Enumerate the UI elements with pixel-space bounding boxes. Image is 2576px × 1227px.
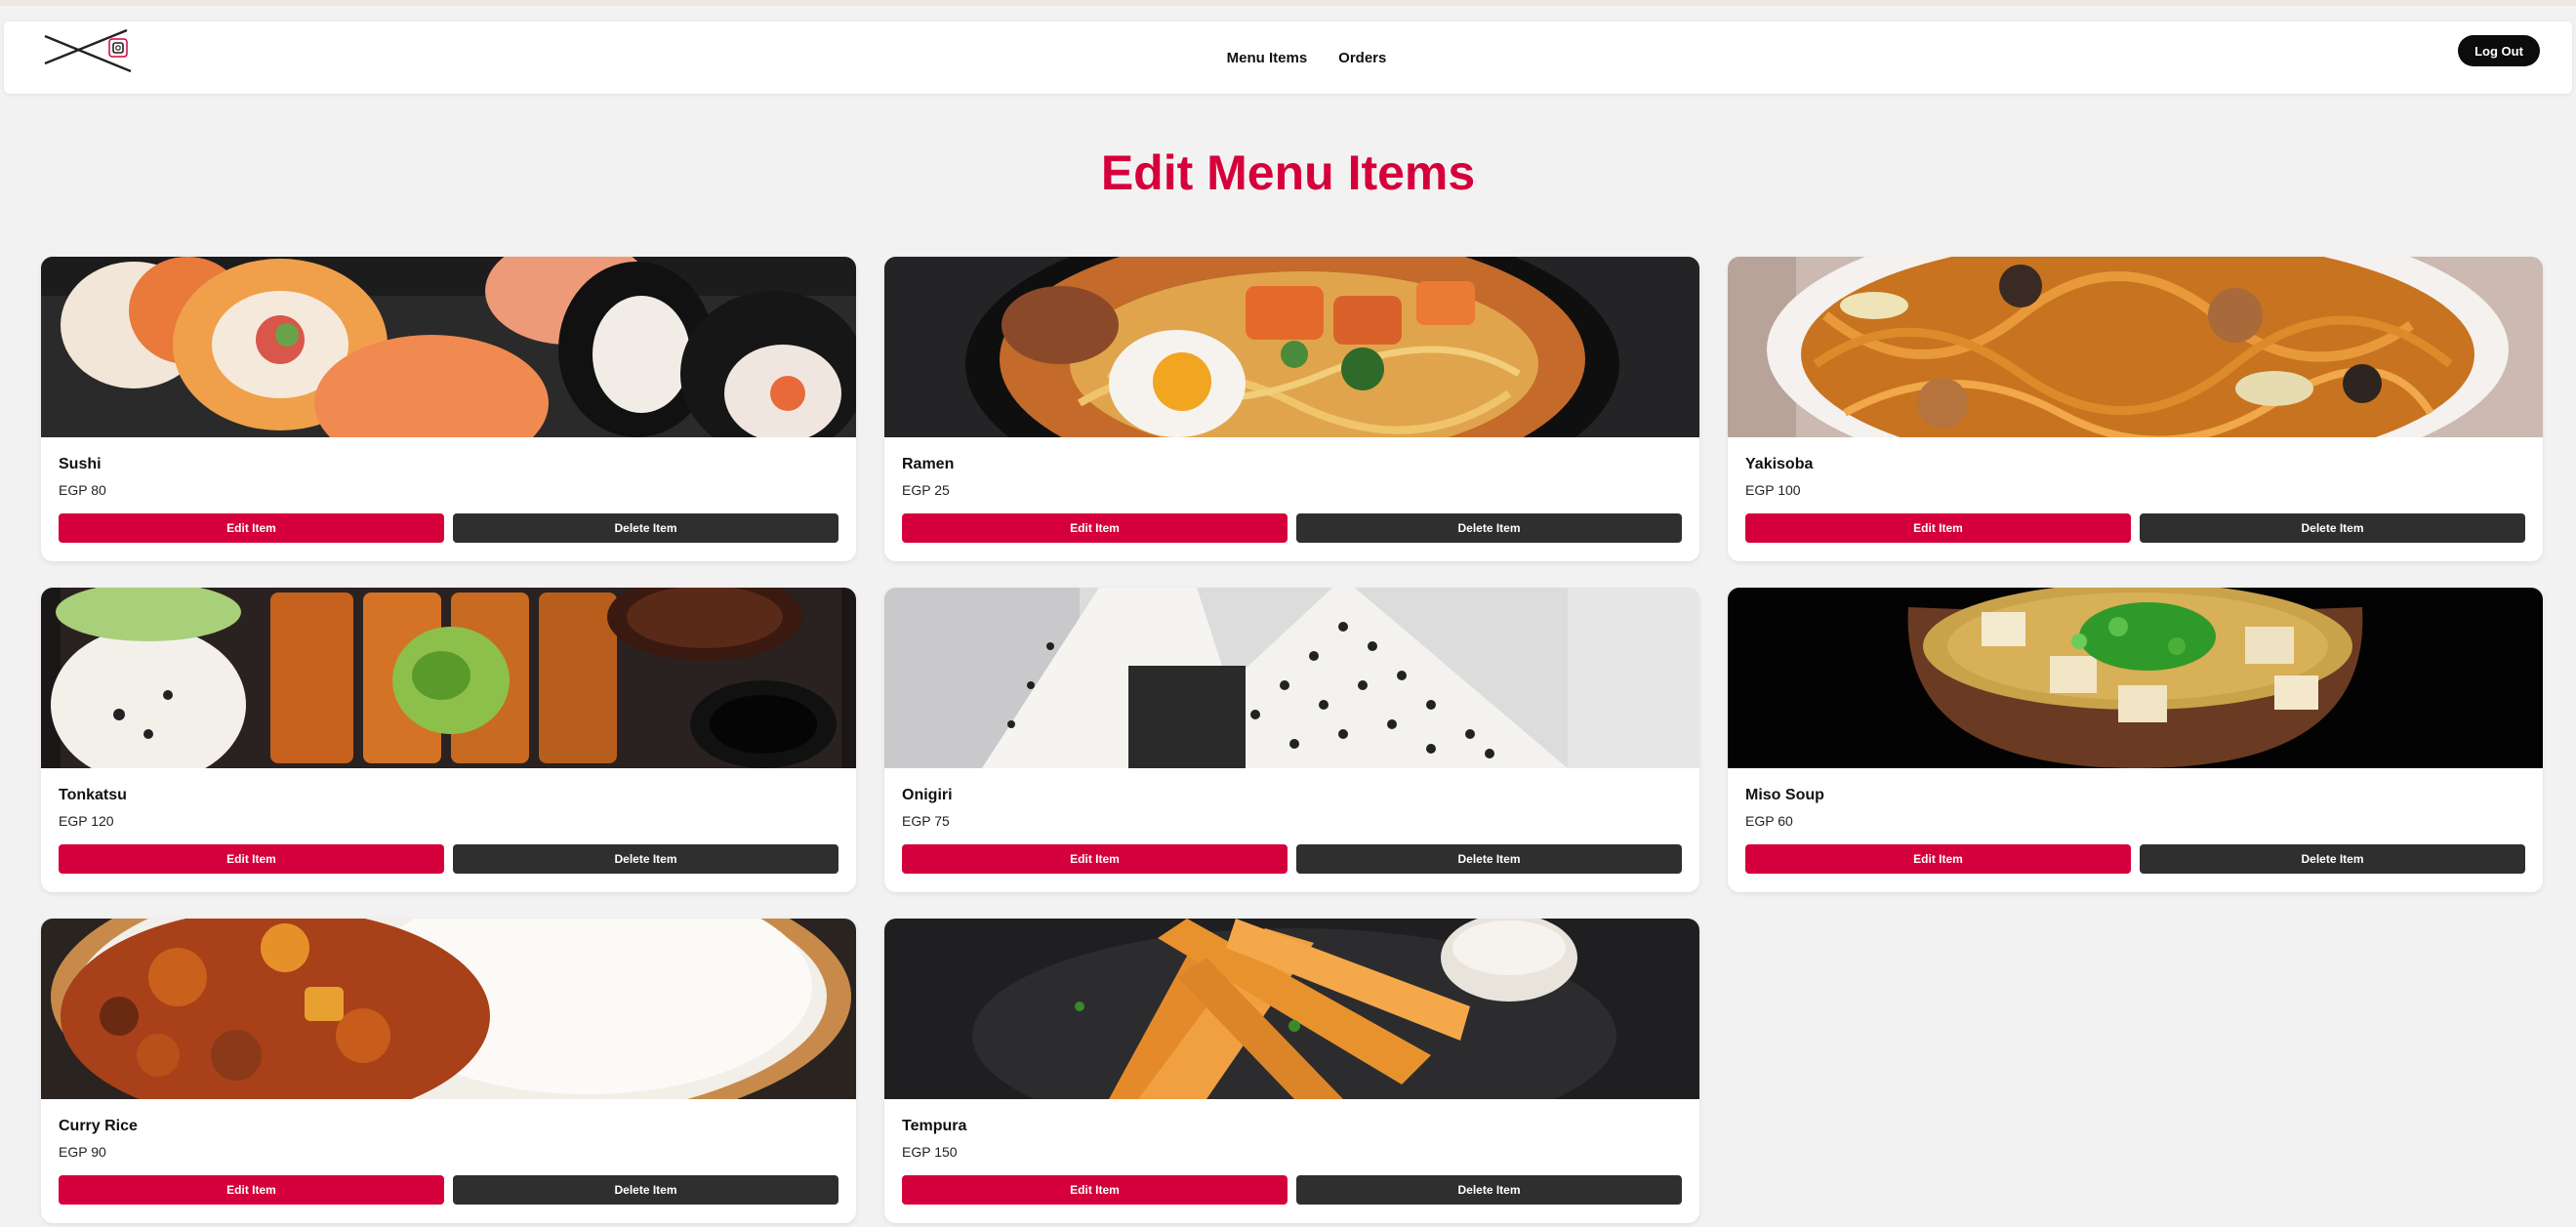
edit-item-button[interactable]: Edit Item bbox=[59, 844, 444, 874]
item-price: EGP 150 bbox=[902, 1144, 958, 1160]
edit-item-button[interactable]: Edit Item bbox=[1745, 844, 2131, 874]
menu-item-card: Onigiri EGP 75 Edit Item Delete Item bbox=[884, 588, 1699, 892]
onigiri-image bbox=[884, 588, 1699, 768]
yakisoba-image bbox=[1728, 257, 2543, 437]
item-price: EGP 120 bbox=[59, 813, 114, 829]
menu-item-card: Curry Rice EGP 90 Edit Item Delete Item bbox=[41, 919, 856, 1223]
menu-item-card: Sushi EGP 80 Edit Item Delete Item bbox=[41, 257, 856, 561]
delete-item-button[interactable]: Delete Item bbox=[453, 1175, 838, 1205]
item-name: Curry Rice bbox=[59, 1118, 138, 1134]
edit-item-button[interactable]: Edit Item bbox=[59, 1175, 444, 1205]
page-title: Edit Menu Items bbox=[1100, 145, 1476, 200]
item-name: Tempura bbox=[902, 1118, 967, 1134]
logout-button[interactable]: Log Out bbox=[2458, 35, 2540, 66]
item-name: Sushi bbox=[59, 456, 102, 472]
sushi-image bbox=[41, 257, 856, 437]
delete-item-button[interactable]: Delete Item bbox=[2140, 513, 2525, 543]
delete-item-button[interactable]: Delete Item bbox=[2140, 844, 2525, 874]
curry-rice-image bbox=[41, 919, 856, 1099]
item-name: Miso Soup bbox=[1745, 787, 1824, 803]
menu-item-card: Tempura EGP 150 Edit Item Delete Item bbox=[884, 919, 1699, 1223]
navbar: Menu Items Orders Log Out bbox=[4, 21, 2572, 94]
miso-soup-image bbox=[1728, 588, 2543, 768]
item-name: Yakisoba bbox=[1745, 456, 1814, 472]
item-price: EGP 60 bbox=[1745, 813, 1793, 829]
item-price: EGP 80 bbox=[59, 482, 106, 498]
delete-item-button[interactable]: Delete Item bbox=[453, 844, 838, 874]
item-price: EGP 90 bbox=[59, 1144, 106, 1160]
edit-item-button[interactable]: Edit Item bbox=[902, 1175, 1288, 1205]
item-price: EGP 75 bbox=[902, 813, 950, 829]
tempura-image bbox=[884, 919, 1699, 1099]
nav-orders[interactable]: Orders bbox=[1338, 50, 1386, 66]
edit-item-button[interactable]: Edit Item bbox=[902, 513, 1288, 543]
edit-item-button[interactable]: Edit Item bbox=[902, 844, 1288, 874]
nav-menu-items[interactable]: Menu Items bbox=[1227, 50, 1308, 66]
menu-item-card: Miso Soup EGP 60 Edit Item Delete Item bbox=[1728, 588, 2543, 892]
nav-links: Menu Items Orders bbox=[4, 21, 2572, 94]
delete-item-button[interactable]: Delete Item bbox=[1296, 1175, 1682, 1205]
menu-item-card: Yakisoba EGP 100 Edit Item Delete Item bbox=[1728, 257, 2543, 561]
item-name: Ramen bbox=[902, 456, 955, 472]
delete-item-button[interactable]: Delete Item bbox=[1296, 844, 1682, 874]
menu-item-card: Ramen EGP 25 Edit Item Delete Item bbox=[884, 257, 1699, 561]
delete-item-button[interactable]: Delete Item bbox=[453, 513, 838, 543]
item-price: EGP 100 bbox=[1745, 482, 1801, 498]
item-name: Tonkatsu bbox=[59, 787, 127, 803]
tonkatsu-image bbox=[41, 588, 856, 768]
delete-item-button[interactable]: Delete Item bbox=[1296, 513, 1682, 543]
menu-item-card: Tonkatsu EGP 120 Edit Item Delete Item bbox=[41, 588, 856, 892]
item-name: Onigiri bbox=[902, 787, 953, 803]
edit-item-button[interactable]: Edit Item bbox=[59, 513, 444, 543]
edit-item-button[interactable]: Edit Item bbox=[1745, 513, 2131, 543]
item-price: EGP 25 bbox=[902, 482, 950, 498]
top-accent-line bbox=[0, 0, 2576, 6]
ramen-image bbox=[884, 257, 1699, 437]
